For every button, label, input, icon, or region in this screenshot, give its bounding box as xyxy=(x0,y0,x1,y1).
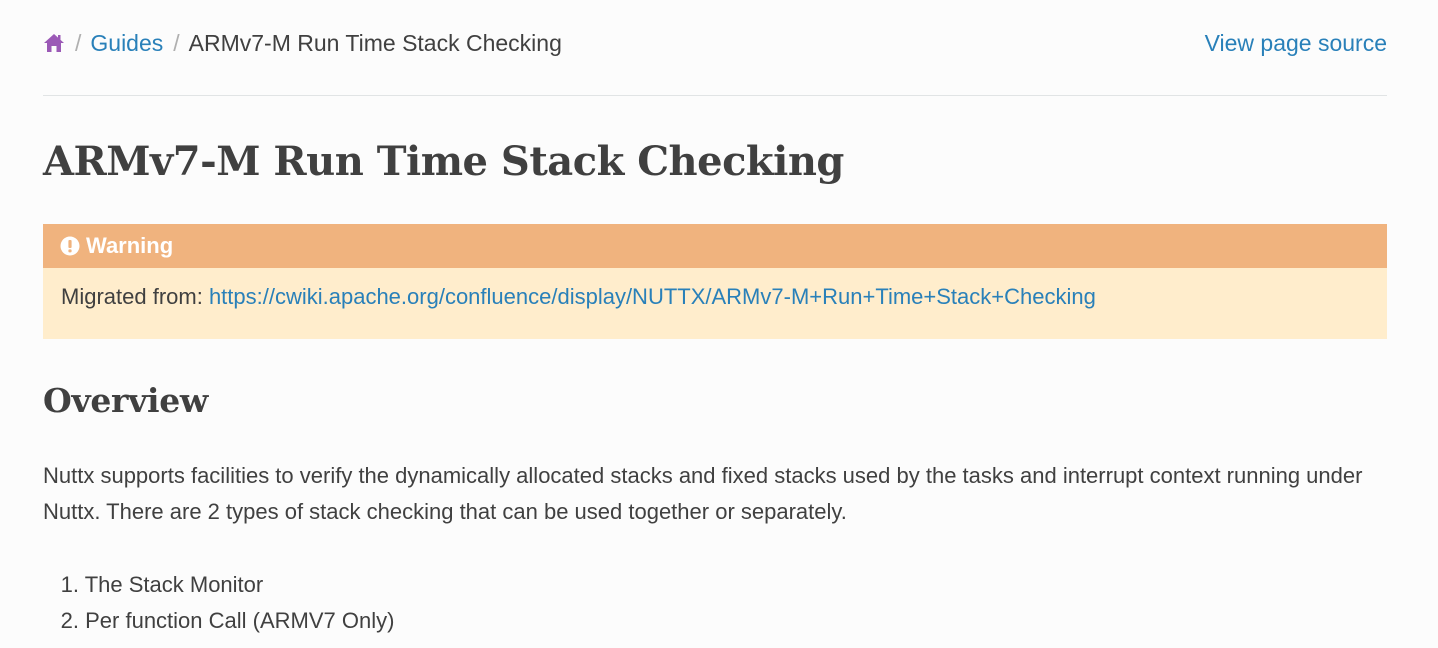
list-item-number: 2. xyxy=(60,608,79,633)
list-item: 2. Per function Call (ARMV7 Only) xyxy=(43,603,395,639)
list-item-text: Per function Call (ARMV7 Only) xyxy=(85,608,395,633)
stack-check-types-list: 1. The Stack Monitor 2. Per function Cal… xyxy=(43,567,395,639)
list-item: 1. The Stack Monitor xyxy=(43,567,394,603)
breadcrumb-separator: / xyxy=(173,30,180,56)
warning-body: Migrated from: https://cwiki.apache.org/… xyxy=(43,280,1387,314)
list-item-number: 1. xyxy=(60,572,79,597)
breadcrumb-trail: / Guides / ARMv7-M Run Time Stack Checking xyxy=(43,26,562,60)
overview-paragraph: Nuttx supports facilities to verify the … xyxy=(43,463,1363,524)
warning-title: Warning xyxy=(86,233,174,258)
migrated-from-label: Migrated from: xyxy=(61,284,209,309)
exclamation-circle-icon xyxy=(60,227,80,256)
view-page-source-link[interactable]: View page source xyxy=(1205,26,1387,60)
warning-title-bar: Warning xyxy=(43,224,1387,268)
page-title: ARMv7-M Run Time Stack Checking xyxy=(43,138,844,185)
breadcrumb-guides-link[interactable]: Guides xyxy=(90,30,163,56)
breadcrumb-current-page: ARMv7-M Run Time Stack Checking xyxy=(188,30,562,56)
breadcrumb: / Guides / ARMv7-M Run Time Stack Checking … xyxy=(43,26,1387,60)
home-icon[interactable] xyxy=(43,28,65,52)
header-divider xyxy=(43,95,1387,96)
list-item-text: The Stack Monitor xyxy=(84,572,264,597)
overview-heading: Overview xyxy=(43,381,209,420)
migrated-from-link[interactable]: https://cwiki.apache.org/confluence/disp… xyxy=(209,284,1096,309)
breadcrumb-separator: / xyxy=(75,30,82,56)
warning-admonition: Warning Migrated from: https://cwiki.apa… xyxy=(43,224,1387,339)
